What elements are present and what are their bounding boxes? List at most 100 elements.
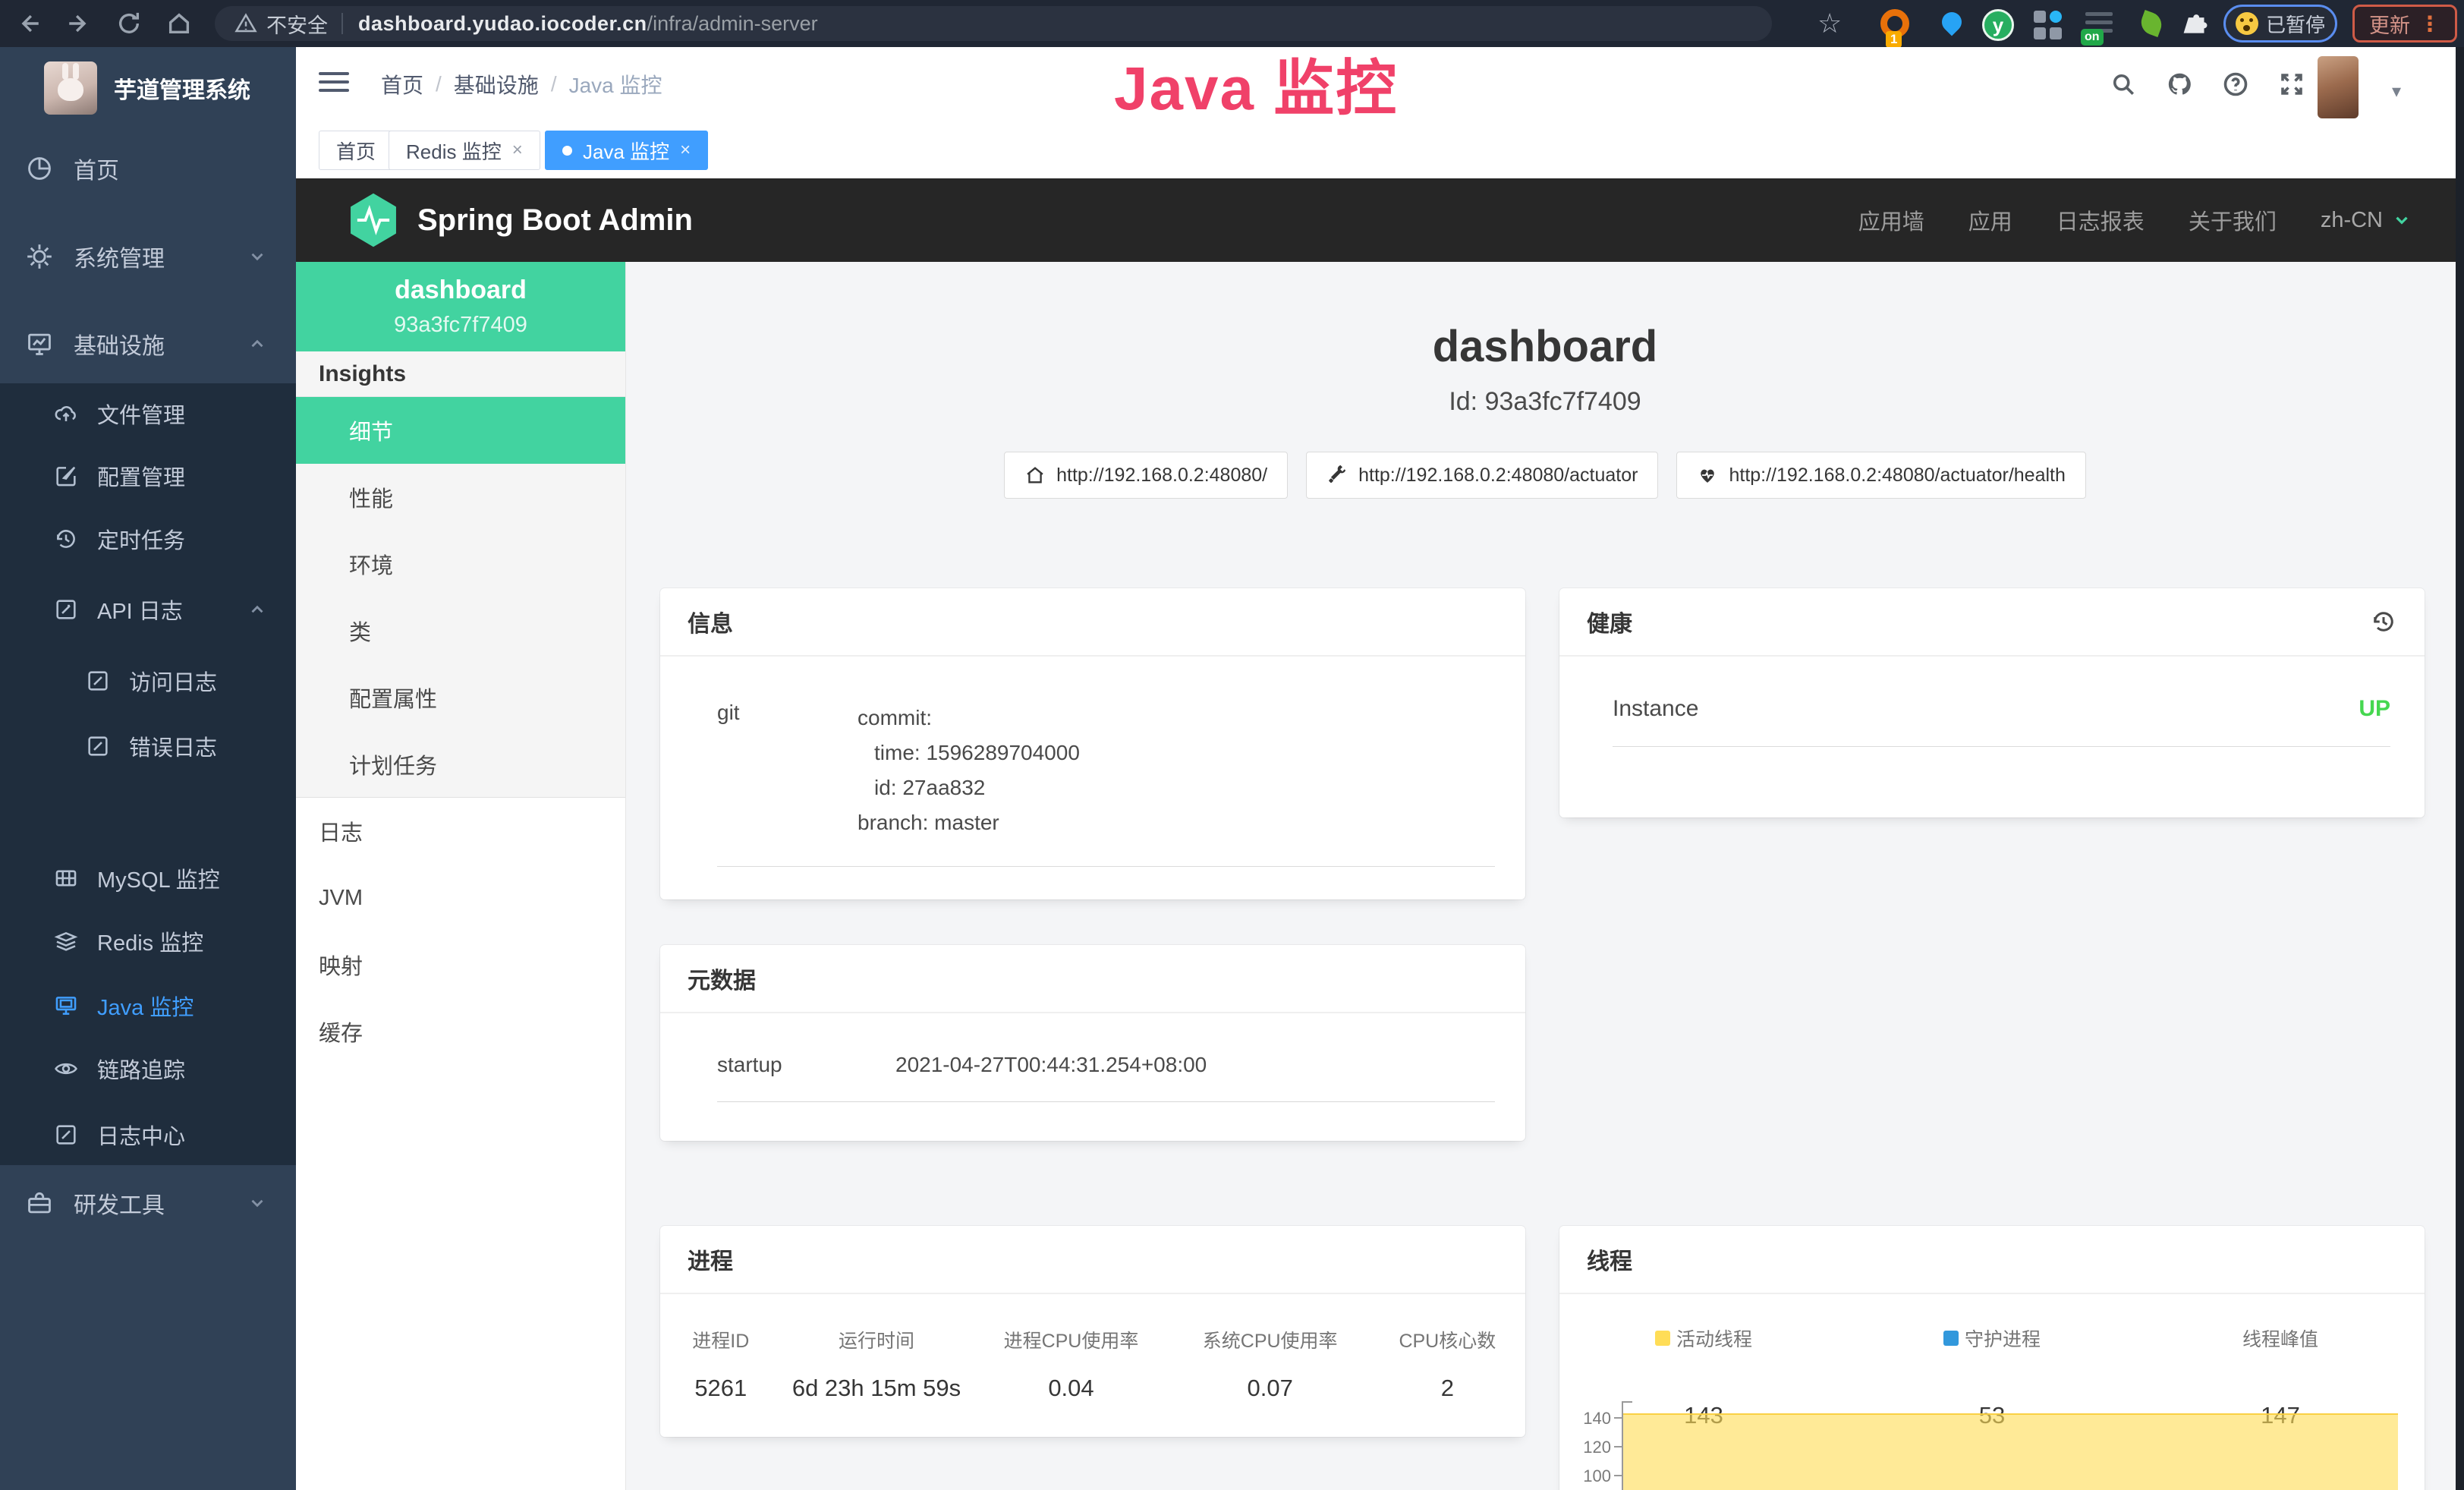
browser-back-icon[interactable] [14, 8, 44, 39]
fullscreen-icon[interactable] [2275, 68, 2308, 101]
sidebar-item-api-logs[interactable]: API 日志 [0, 579, 296, 640]
wrench-icon [1326, 465, 1348, 486]
sba-item-mappings[interactable]: 映射 [296, 931, 625, 998]
system-cpu-value: 0.07 [1171, 1375, 1370, 1402]
browser-home-icon[interactable] [164, 8, 194, 39]
log-icon [85, 668, 111, 694]
extension-list-icon[interactable]: on [2085, 9, 2116, 39]
sidebar-item-infrastructure[interactable]: 基础设施 [0, 304, 296, 383]
sidebar-item-access-logs[interactable]: 访问日志 [0, 650, 296, 711]
address-bar[interactable]: 不安全 dashboard.yudao.iocoder.cn/infra/adm… [215, 6, 1772, 41]
sba-item-jvm[interactable]: JVM [296, 865, 625, 931]
breadcrumb-home[interactable]: 首页 [381, 69, 423, 99]
sidebar-item-config-management[interactable]: 配置管理 [0, 446, 296, 506]
tab-java-monitor[interactable]: Java 监控 × [545, 131, 708, 170]
tab-label: 首页 [336, 137, 376, 165]
service-url-button[interactable]: http://192.168.0.2:48080/ [1004, 452, 1288, 499]
sba-item-logs[interactable]: 日志 [296, 798, 625, 865]
update-button[interactable]: 更新 ⋮ [2352, 5, 2457, 43]
live-threads-area-series [1623, 1413, 2398, 1490]
user-avatar[interactable] [2318, 56, 2359, 118]
sidebar-item-label: 系统管理 [74, 240, 165, 273]
eye-icon [53, 1056, 79, 1082]
app-logo-row[interactable]: 芋道管理系统 [0, 58, 296, 118]
cloud-upload-icon [53, 401, 79, 427]
sidebar-item-java-monitor[interactable]: Java 监控 [0, 975, 296, 1036]
process-col-header: 进程ID [660, 1326, 782, 1353]
sba-brand-title[interactable]: Spring Boot Admin [417, 203, 693, 238]
search-icon[interactable] [2107, 68, 2140, 101]
log-icon [53, 1122, 79, 1148]
annotation-java-monitor: Java 监控 [1114, 39, 1398, 128]
sidebar-item-dev-tools[interactable]: 研发工具 [0, 1164, 296, 1243]
sidebar-item-file-management[interactable]: 文件管理 [0, 383, 296, 444]
collapse-menu-icon[interactable] [319, 72, 349, 96]
health-url-button[interactable]: http://192.168.0.2:48080/actuator/health [1676, 452, 2085, 499]
extension-y-icon[interactable]: y [1982, 9, 2014, 41]
sba-nav: 应用墙 应用 日志报表 关于我们 zh-CN [1858, 204, 2412, 236]
git-info-row: git commit: time: 1596289704000 id: 27aa… [717, 701, 1495, 867]
sba-nav-wallboard[interactable]: 应用墙 [1858, 204, 1924, 236]
info-card: 信息 git commit: time: 1596289704000 id: 2… [660, 588, 1525, 899]
breadcrumb-infrastructure[interactable]: 基础设施 [454, 69, 539, 99]
sidebar-item-mysql-monitor[interactable]: MySQL 监控 [0, 848, 296, 909]
sba-item-caches[interactable]: 缓存 [296, 998, 625, 1065]
close-icon[interactable]: × [512, 140, 523, 161]
card-title: 健康 [1587, 605, 1632, 638]
screen: 不安全 dashboard.yudao.iocoder.cn/infra/adm… [0, 0, 2464, 1490]
instance-links: http://192.168.0.2:48080/ http://192.168… [626, 452, 2464, 499]
url-path[interactable]: /infra/admin-server [647, 12, 818, 36]
browser-forward-icon[interactable] [64, 8, 94, 39]
url-host[interactable]: dashboard.yudao.iocoder.cn [358, 12, 647, 36]
sba-item-details[interactable]: 细节 [296, 397, 625, 464]
sba-nav-applications[interactable]: 应用 [1968, 204, 2012, 236]
tab-home[interactable]: 首页 [319, 131, 393, 170]
sba-item-config-props[interactable]: 配置属性 [296, 664, 625, 731]
extension-orange-ring-icon[interactable]: 1 [1880, 9, 1909, 38]
history-icon[interactable] [2370, 608, 2397, 635]
not-secure-warning-icon[interactable] [234, 12, 257, 35]
sba-item-metrics[interactable]: 性能 [296, 464, 625, 531]
extension-pin-icon[interactable] [1937, 9, 1967, 39]
sidebar-item-redis-monitor[interactable]: Redis 监控 [0, 911, 296, 972]
menu-dots-icon[interactable]: ⋮ [2419, 11, 2440, 36]
close-icon[interactable]: × [680, 140, 691, 161]
sidebar-item-system-management[interactable]: 系统管理 [0, 217, 296, 296]
card-title: 进程 [688, 1243, 733, 1276]
sba-item-scheduled-tasks[interactable]: 计划任务 [296, 731, 625, 798]
tab-redis-monitor[interactable]: Redis 监控 × [389, 131, 540, 170]
mysql-icon [53, 865, 79, 891]
sidebar-item-tracing[interactable]: 链路追踪 [0, 1038, 296, 1099]
sidebar-item-home[interactable]: 首页 [0, 129, 296, 208]
paused-label: 已暂停 [2266, 10, 2325, 38]
sba-nav-journal[interactable]: 日志报表 [2056, 204, 2145, 236]
scrollbar[interactable] [2456, 47, 2464, 1490]
process-col-header: 系统CPU使用率 [1171, 1326, 1370, 1353]
sba-language-selector[interactable]: zh-CN [2321, 208, 2412, 233]
actuator-url-button[interactable]: http://192.168.0.2:48080/actuator [1306, 452, 1658, 499]
bookmark-star-icon[interactable]: ☆ [1817, 8, 1842, 39]
security-label[interactable]: 不安全 [266, 9, 328, 39]
heartbeat-icon [1697, 465, 1718, 486]
extensions-puzzle-icon[interactable] [2182, 9, 2213, 39]
java-monitor-icon [53, 993, 79, 1019]
sba-nav-about[interactable]: 关于我们 [2189, 204, 2277, 236]
legend-label: 活动线程 [1676, 1325, 1752, 1352]
avatar-caret-down-icon[interactable]: ▾ [2392, 80, 2401, 102]
sba-language-value: zh-CN [2321, 208, 2383, 233]
github-icon[interactable] [2163, 68, 2196, 101]
extension-on-badge: on [2081, 29, 2104, 46]
sba-item-environment[interactable]: 环境 [296, 531, 625, 597]
sidebar-item-log-center[interactable]: 日志中心 [0, 1104, 296, 1165]
help-icon[interactable] [2219, 68, 2252, 101]
sidebar-item-scheduled-jobs[interactable]: 定时任务 [0, 509, 296, 569]
paused-badge[interactable]: 已暂停 [2223, 5, 2337, 43]
sidebar-item-error-logs[interactable]: 错误日志 [0, 716, 296, 777]
tick-mark [1614, 1475, 1622, 1476]
sba-item-classes[interactable]: 类 [296, 597, 625, 664]
extension-grid-icon[interactable] [2034, 9, 2064, 39]
sidebar-item-label: 日志中心 [97, 1119, 185, 1151]
browser-reload-icon[interactable] [114, 8, 144, 39]
extension-badge: 1 [1886, 31, 1902, 48]
extension-leaf-icon[interactable] [2136, 9, 2167, 39]
